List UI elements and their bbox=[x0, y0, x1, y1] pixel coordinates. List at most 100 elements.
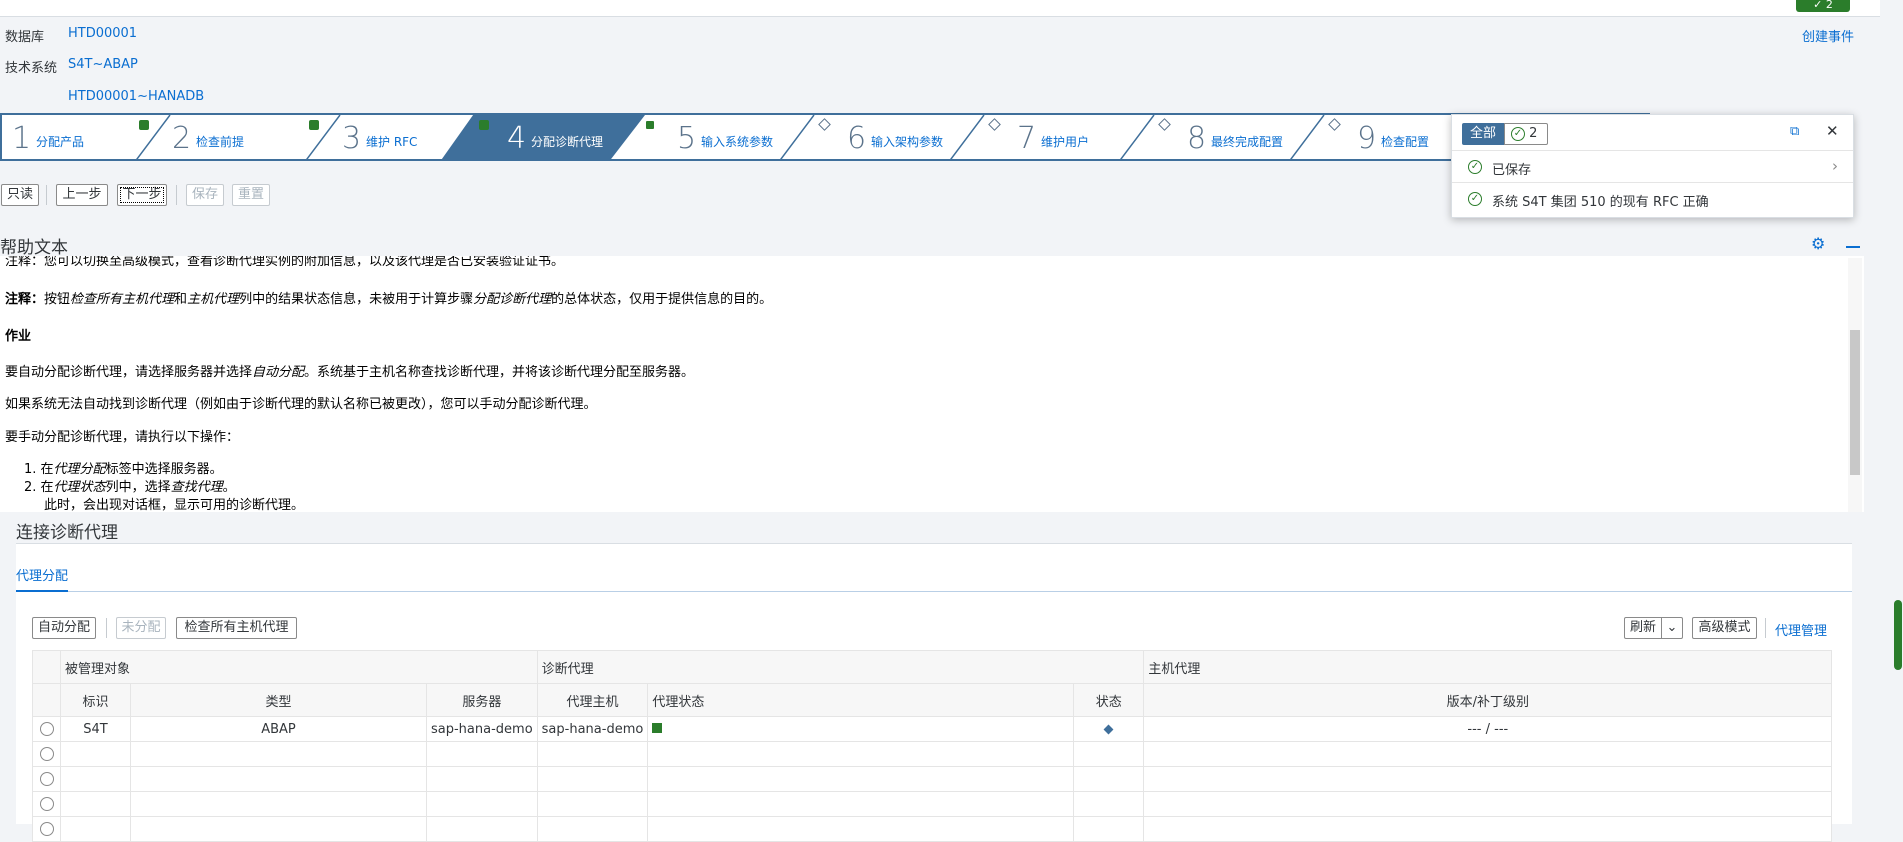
save-button[interactable]: 保存 bbox=[186, 184, 224, 206]
close-icon[interactable]: ✕ bbox=[1826, 122, 1839, 140]
check-icon: ✓ bbox=[1813, 0, 1823, 11]
tab-agent-assignment[interactable]: 代理分配 bbox=[16, 565, 69, 592]
success-icon: ✓ bbox=[1468, 192, 1482, 206]
filter-success-button[interactable]: ✓ 2 bbox=[1504, 123, 1548, 145]
col-status-header[interactable]: 状态 bbox=[1073, 683, 1145, 717]
roadmap-step-3[interactable]: 3 维护 RFC bbox=[332, 115, 489, 159]
done-status-icon bbox=[645, 120, 655, 130]
step-label: 输入架构参数 bbox=[871, 135, 944, 149]
roadmap-step-5[interactable]: 5 输入系统参数 bbox=[667, 115, 831, 159]
top-bar bbox=[0, 0, 1880, 17]
tab-bar bbox=[16, 543, 1852, 593]
toolbar-separator bbox=[1765, 618, 1766, 638]
help-scrollbar-thumb[interactable] bbox=[1850, 330, 1860, 475]
page-scroll-indicator[interactable] bbox=[1894, 600, 1902, 670]
reset-button[interactable]: 重置 bbox=[232, 184, 270, 206]
next-step-button[interactable]: 下一步 bbox=[117, 184, 167, 206]
chevron-right-icon: › bbox=[1832, 157, 1838, 175]
agent-status-icon[interactable] bbox=[652, 722, 663, 733]
host-status-icon bbox=[1103, 724, 1114, 734]
cell-version: --- / --- bbox=[1143, 716, 1833, 742]
row-select-radio[interactable] bbox=[39, 772, 54, 786]
popover-header: 全部 ✓ 2 ⧉ ✕ bbox=[1452, 115, 1853, 151]
message-item-saved[interactable]: ✓ 已保存 › bbox=[1452, 151, 1853, 183]
readonly-button[interactable]: 只读 bbox=[1, 184, 39, 206]
refresh-dropdown-button[interactable]: ⌄ bbox=[1661, 617, 1683, 639]
row-select-radio[interactable] bbox=[39, 797, 54, 811]
message-text: 已保存 bbox=[1492, 163, 1532, 178]
row-select-radio[interactable] bbox=[39, 722, 54, 736]
step-label: 检查配置 bbox=[1381, 135, 1430, 149]
refresh-button[interactable]: 刷新 bbox=[1624, 617, 1662, 639]
gear-icon[interactable]: ⚙ bbox=[1811, 234, 1825, 253]
database-value[interactable]: HTD00001 bbox=[68, 26, 137, 41]
toolbar-separator bbox=[106, 618, 107, 638]
host-agent-group-header: 主机代理 bbox=[1143, 650, 1833, 684]
select-column-header bbox=[32, 683, 61, 717]
tech-system-label: 技术系统 bbox=[5, 61, 58, 76]
roadmap-step-2[interactable]: 2 检查前提 bbox=[162, 115, 319, 159]
row-select-radio[interactable] bbox=[39, 822, 54, 836]
col-server-header[interactable]: 服务器 bbox=[426, 683, 538, 717]
select-column-header bbox=[32, 650, 61, 684]
step-number: 7 bbox=[1017, 121, 1037, 156]
col-agent-status-header[interactable]: 代理状态 bbox=[647, 683, 1075, 717]
row-select-radio[interactable] bbox=[39, 747, 54, 761]
step-number: 4 bbox=[507, 121, 527, 156]
previous-step-button[interactable]: 上一步 bbox=[56, 184, 108, 206]
done-status-icon bbox=[139, 120, 149, 130]
advanced-mode-button[interactable]: 高级模式 bbox=[1692, 617, 1757, 639]
roadmap-step-4[interactable]: 4 分配诊断代理 bbox=[497, 115, 667, 159]
cell-agent-host: sap-hana-demo bbox=[536, 716, 649, 742]
cell-type: ABAP bbox=[130, 716, 427, 742]
table-row[interactable] bbox=[32, 791, 1833, 817]
help-task-heading: 作业 bbox=[5, 329, 32, 344]
tech-system-db-value[interactable]: HTD00001~HANADB bbox=[68, 89, 204, 104]
table-row[interactable] bbox=[32, 741, 1833, 767]
help-line-3: 如果系统无法自动找到诊断代理（例如由于诊断代理的默认名称已被更改），您可以手动分… bbox=[5, 397, 597, 412]
roadmap-step-7[interactable]: 7 维护用户 bbox=[1007, 115, 1171, 159]
roadmap-step-6[interactable]: 6 输入架构参数 bbox=[837, 115, 1001, 159]
step-label: 维护用户 bbox=[1041, 135, 1090, 149]
unassign-button[interactable]: 未分配 bbox=[116, 617, 166, 639]
done-status-icon bbox=[479, 120, 489, 130]
step-number: 5 bbox=[677, 121, 697, 156]
step-number: 6 bbox=[847, 121, 867, 156]
roadmap-step-8[interactable]: 8 最终完成配置 bbox=[1177, 115, 1341, 159]
agent-admin-link[interactable]: 代理管理 bbox=[1775, 620, 1827, 639]
step-number: 2 bbox=[172, 121, 192, 156]
auto-assign-button[interactable]: 自动分配 bbox=[32, 617, 96, 639]
help-note-0: 注释：您可以切换至高级模式，查看诊断代理实例的附加信息，以及该代理是否已安装验证… bbox=[5, 256, 565, 269]
notification-button[interactable]: ✓ 2 bbox=[1796, 0, 1850, 12]
filter-all-button[interactable]: 全部 bbox=[1462, 123, 1504, 145]
open-external-icon[interactable]: ⧉ bbox=[1790, 124, 1799, 139]
connect-agent-title: 连接诊断代理 bbox=[16, 523, 118, 543]
cell-id: S4T bbox=[60, 716, 131, 742]
message-item-rfc[interactable]: ✓ 系统 S4T 集团 510 的现有 RFC 正确 bbox=[1452, 183, 1853, 215]
col-id-header[interactable]: 标识 bbox=[60, 683, 131, 717]
table-row[interactable] bbox=[32, 816, 1833, 842]
table-row[interactable] bbox=[32, 766, 1833, 792]
step-label: 最终完成配置 bbox=[1211, 135, 1284, 149]
step-number: 3 bbox=[342, 121, 362, 156]
step-label: 维护 RFC bbox=[366, 135, 418, 149]
tech-system-value[interactable]: S4T~ABAP bbox=[68, 57, 138, 72]
help-note-1: 注释：按钮检查所有主机代理和主机代理列中的结果状态信息，未被用于计算步骤分配诊断… bbox=[5, 292, 773, 307]
agent-assignment-table: 被管理对象 诊断代理 主机代理 标识 类型 服务器 代理主机 代理状态 状态 版… bbox=[32, 650, 1833, 842]
success-icon: ✓ bbox=[1468, 160, 1482, 174]
roadmap-step-1[interactable]: 1 分配产品 bbox=[2, 115, 152, 159]
help-line-4: 要手动分配诊断代理，请执行以下操作： bbox=[5, 430, 240, 445]
step-label: 分配产品 bbox=[36, 135, 85, 149]
help-text-panel: 注释：您可以切换至高级模式，查看诊断代理实例的附加信息，以及该代理是否已安装验证… bbox=[0, 256, 1864, 512]
check-all-host-agents-button[interactable]: 检查所有主机代理 bbox=[176, 617, 297, 639]
create-event-link[interactable]: 创建事件 bbox=[1802, 26, 1854, 45]
col-version-header[interactable]: 版本/补丁级别 bbox=[1143, 683, 1833, 717]
table-row[interactable]: S4T ABAP sap-hana-demo sap-hana-demo ---… bbox=[32, 716, 1833, 742]
col-agent-host-header[interactable]: 代理主机 bbox=[536, 683, 649, 717]
step-label: 输入系统参数 bbox=[701, 135, 774, 149]
minimize-icon[interactable] bbox=[1846, 246, 1860, 248]
help-list-item-1: 1. 在代理分配标签中选择服务器。 bbox=[24, 462, 223, 477]
col-type-header[interactable]: 类型 bbox=[130, 683, 427, 717]
tab-underline bbox=[16, 591, 1852, 592]
chevron-down-icon: ⌄ bbox=[1666, 620, 1678, 635]
